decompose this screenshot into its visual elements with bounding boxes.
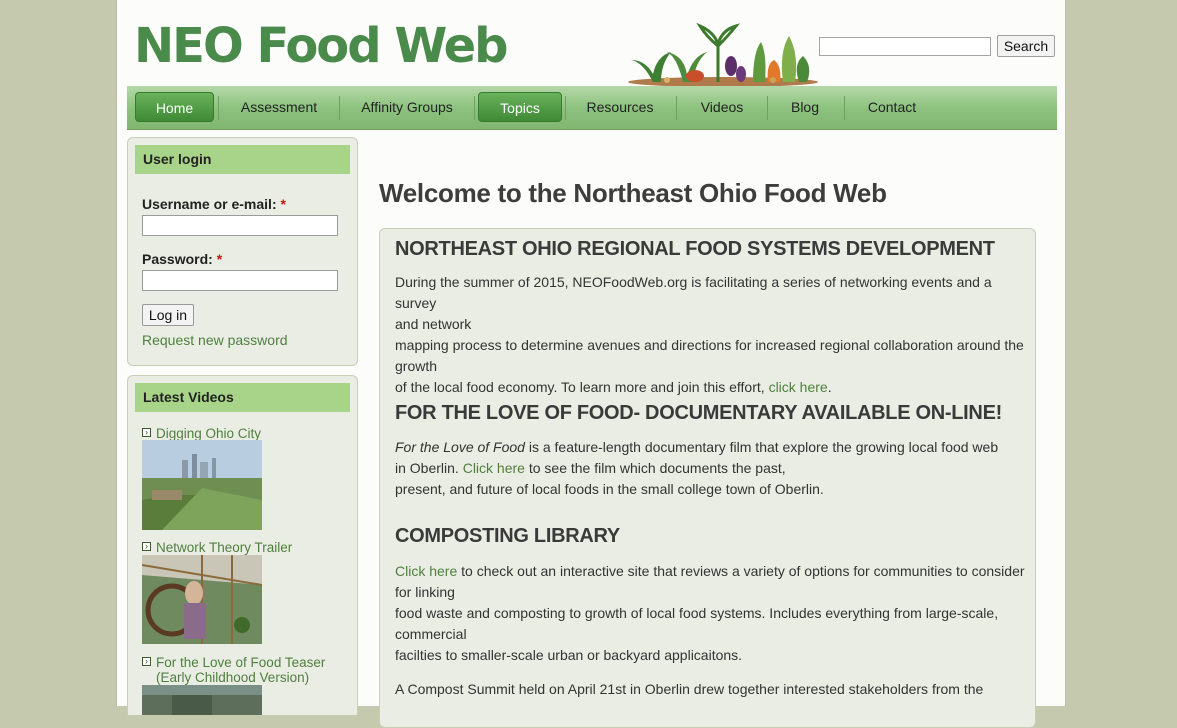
nav-separator xyxy=(474,96,475,120)
section-title: COMPOSTING LIBRARY xyxy=(395,525,620,547)
username-label-text: Username or e-mail: xyxy=(142,196,277,212)
block-title: User login xyxy=(135,145,350,174)
arrow-box-icon: › xyxy=(142,428,151,437)
video-thumbnail[interactable] xyxy=(142,685,262,715)
section-body: For the Love of Food is a feature-length… xyxy=(395,437,1025,500)
paragraph-line: mapping process to determine avenues and… xyxy=(395,337,1024,353)
nav-item-blog[interactable]: Blog xyxy=(772,86,838,129)
paragraph-line: in Oberlin. xyxy=(395,460,463,476)
request-password-link[interactable]: Request new password xyxy=(142,332,288,348)
required-mark: * xyxy=(280,196,286,212)
latest-videos-block: Latest Videos › Digging Ohio City › Netw… xyxy=(127,375,358,715)
paragraph-line: commercial xyxy=(395,626,467,642)
block-title: Latest Videos xyxy=(135,383,350,412)
password-field[interactable] xyxy=(142,270,338,291)
paragraph-line: During the summer of 2015, NEOFoodWeb.or… xyxy=(395,274,992,311)
paragraph-line: present, and future of local foods in th… xyxy=(395,481,824,497)
section-body: During the summer of 2015, NEOFoodWeb.or… xyxy=(395,272,1025,398)
section-title: FOR THE LOVE OF FOOD- DOCUMENTARY AVAILA… xyxy=(395,402,1002,424)
nav-item-assessment[interactable]: Assessment xyxy=(223,86,335,129)
paragraph-line: for linking xyxy=(395,584,455,600)
video-link[interactable]: Digging Ohio City xyxy=(156,426,261,441)
section-body: Click here to check out an interactive s… xyxy=(395,561,1025,666)
password-label: Password: * xyxy=(142,251,222,267)
nav-item-contact[interactable]: Contact xyxy=(849,86,935,129)
nav-item-affinity-groups[interactable]: Affinity Groups xyxy=(344,86,470,129)
paragraph-line: to check out an interactive site that re… xyxy=(457,563,1025,579)
video-thumbnail[interactable] xyxy=(142,440,262,530)
content-box: NORTHEAST OHIO REGIONAL FOOD SYSTEMS DEV… xyxy=(379,228,1036,728)
paragraph-line: A Compost Summit held on April 21st in O… xyxy=(395,681,984,697)
vegetables-illustration xyxy=(628,22,818,87)
video-thumbnail[interactable] xyxy=(142,555,262,644)
click-here-link[interactable]: Click here xyxy=(463,460,525,476)
nav-separator xyxy=(676,96,677,120)
film-title: For the Love of Food xyxy=(395,439,525,455)
video-link[interactable]: For the Love of Food Teaser (Early Childh… xyxy=(156,655,325,685)
site-logo[interactable]: NEO Food Web xyxy=(134,18,508,74)
nav-separator xyxy=(218,96,219,120)
page-container: NEO Food Web Search Home Assessment Affi… xyxy=(116,0,1066,728)
search-input[interactable] xyxy=(819,37,991,56)
required-mark: * xyxy=(216,251,223,267)
paragraph-line: is a feature-length documentary film tha… xyxy=(524,439,999,455)
section-title: NORTHEAST OHIO REGIONAL FOOD SYSTEMS DEV… xyxy=(395,238,995,260)
nav-separator xyxy=(844,96,845,120)
nav-separator xyxy=(339,96,340,120)
page-title: Welcome to the Northeast Ohio Food Web xyxy=(379,178,887,208)
login-button[interactable]: Log in xyxy=(142,304,194,326)
nav-item-resources[interactable]: Resources xyxy=(570,86,670,129)
user-login-block: User login Username or e-mail: * Passwor… xyxy=(127,137,358,366)
nav-separator xyxy=(767,96,768,120)
paragraph-line: of the local food economy. To learn more… xyxy=(395,379,769,395)
section-body: A Compost Summit held on April 21st in O… xyxy=(395,679,1025,700)
video-link-line: For the Love of Food Teaser xyxy=(156,655,326,670)
paragraph-line: food waste and composting to growth of l… xyxy=(395,605,999,621)
click-here-link[interactable]: Click here xyxy=(395,563,457,579)
nav-separator xyxy=(565,96,566,120)
paragraph-line: growth xyxy=(395,358,438,374)
nav-item-videos[interactable]: Videos xyxy=(681,86,763,129)
search-button[interactable]: Search xyxy=(997,35,1055,57)
video-link-line: (Early Childhood Version) xyxy=(156,670,310,685)
main-nav: Home Assessment Affinity Groups Topics R… xyxy=(127,86,1057,130)
username-field[interactable] xyxy=(142,215,338,236)
arrow-box-icon: › xyxy=(142,542,151,551)
paragraph-line: and network xyxy=(395,316,472,332)
username-label: Username or e-mail: * xyxy=(142,196,286,212)
arrow-box-icon: › xyxy=(142,657,151,666)
paragraph-line: to see the film which documents the past… xyxy=(524,460,786,476)
video-link[interactable]: Network Theory Trailer xyxy=(156,540,292,555)
click-here-link[interactable]: click here xyxy=(769,379,828,395)
password-label-text: Password: xyxy=(142,251,213,267)
paragraph-line: . xyxy=(827,379,832,395)
paragraph-line: facilties to smaller-scale urban or back… xyxy=(395,647,743,663)
nav-item-home[interactable]: Home xyxy=(135,92,214,122)
nav-item-topics[interactable]: Topics xyxy=(478,92,562,122)
